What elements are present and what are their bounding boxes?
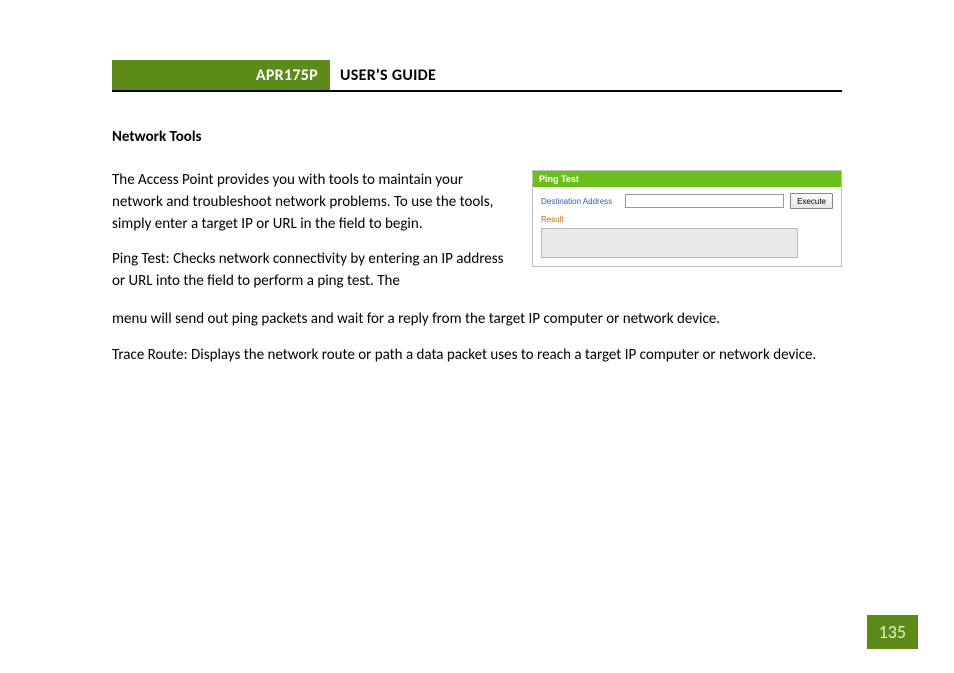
ping-test-panel: Ping Test Destination Address Execute Re… <box>532 170 842 267</box>
text-column: The Access Point provides you with tools… <box>112 170 516 307</box>
destination-label: Destination Address <box>541 197 619 206</box>
result-label: Result <box>541 215 833 224</box>
content-row: The Access Point provides you with tools… <box>112 170 842 307</box>
section-title: Network Tools <box>112 128 842 146</box>
destination-input[interactable] <box>625 194 784 208</box>
panel-body: Destination Address Execute Result <box>533 187 841 266</box>
trace-paragraph: Trace Route: Displays the network route … <box>112 345 842 367</box>
panel-title: Ping Test <box>533 171 841 187</box>
ping-paragraph-part2: menu will send out ping packets and wait… <box>112 309 842 331</box>
header-title: USER'S GUIDE <box>330 60 436 90</box>
result-box <box>541 228 798 258</box>
ping-paragraph-part1: Ping Test: Checks network connectivity b… <box>112 249 516 293</box>
execute-button[interactable]: Execute <box>790 193 833 209</box>
header-model: APR175P <box>112 60 330 90</box>
destination-row: Destination Address Execute <box>541 193 833 209</box>
header-bar: APR175P USER'S GUIDE <box>112 60 842 92</box>
intro-paragraph: The Access Point provides you with tools… <box>112 170 516 235</box>
page-number: 135 <box>867 615 918 649</box>
page-content: APR175P USER'S GUIDE Network Tools The A… <box>112 60 842 380</box>
